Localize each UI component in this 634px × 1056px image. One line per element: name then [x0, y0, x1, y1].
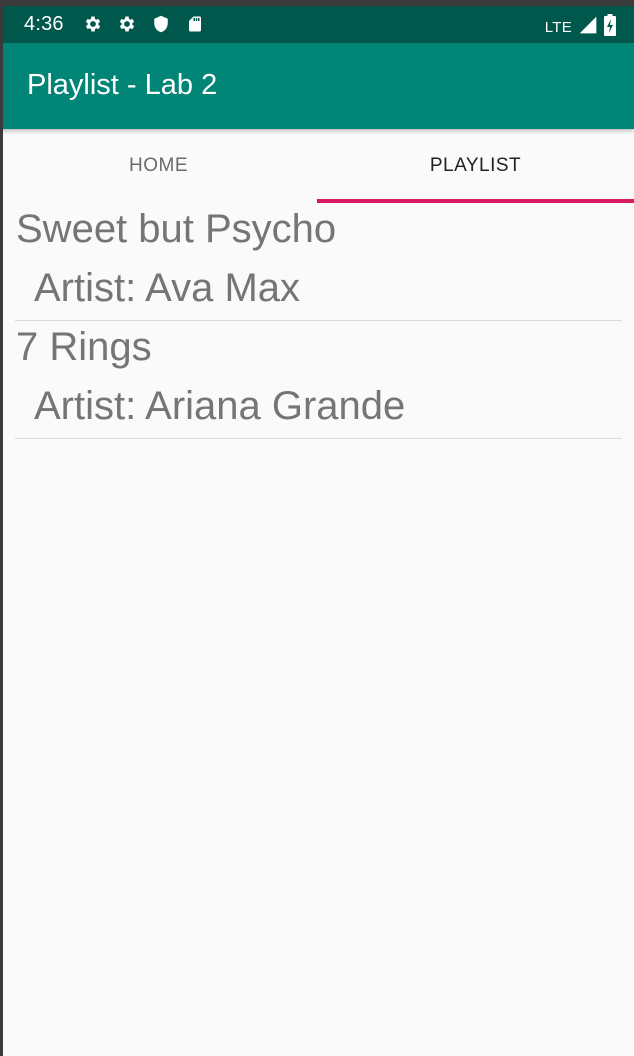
tab-playlist-label: PLAYLIST	[429, 155, 522, 176]
song-title: Sweet but Psycho	[16, 207, 337, 251]
battery-charging-icon	[604, 14, 616, 41]
song-list: Sweet but Psycho Artist: Ava Max 7 Rings…	[0, 203, 634, 439]
signal-icon	[578, 15, 598, 40]
list-item[interactable]: Sweet but Psycho Artist: Ava Max	[15, 203, 622, 321]
tab-home-label: HOME	[129, 155, 188, 176]
page-title: Playlist - Lab 2	[27, 69, 218, 101]
song-artist: Artist: Ava Max	[34, 266, 301, 310]
app-screen: 4:36 LTE Playlist - Lab 2 HOME PLAYLIST …	[0, 0, 634, 1056]
notification-icons	[83, 14, 205, 34]
window-left-edge	[0, 0, 3, 1056]
system-status: LTE	[545, 14, 616, 41]
sd-card-icon	[185, 14, 205, 34]
status-time: 4:36	[24, 13, 64, 35]
network-type: LTE	[544, 19, 572, 36]
tab-bar: HOME PLAYLIST	[0, 129, 634, 203]
settings-icon	[117, 14, 137, 34]
tab-playlist[interactable]: PLAYLIST	[317, 129, 634, 203]
song-artist: Artist: Ariana Grande	[34, 384, 406, 428]
app-bar: Playlist - Lab 2	[0, 43, 634, 129]
status-bar: 4:36 LTE	[0, 6, 634, 43]
list-item[interactable]: 7 Rings Artist: Ariana Grande	[15, 321, 622, 439]
tab-home[interactable]: HOME	[0, 129, 317, 203]
song-title: 7 Rings	[16, 325, 152, 369]
settings-icon	[83, 14, 103, 34]
shield-icon	[151, 14, 171, 34]
